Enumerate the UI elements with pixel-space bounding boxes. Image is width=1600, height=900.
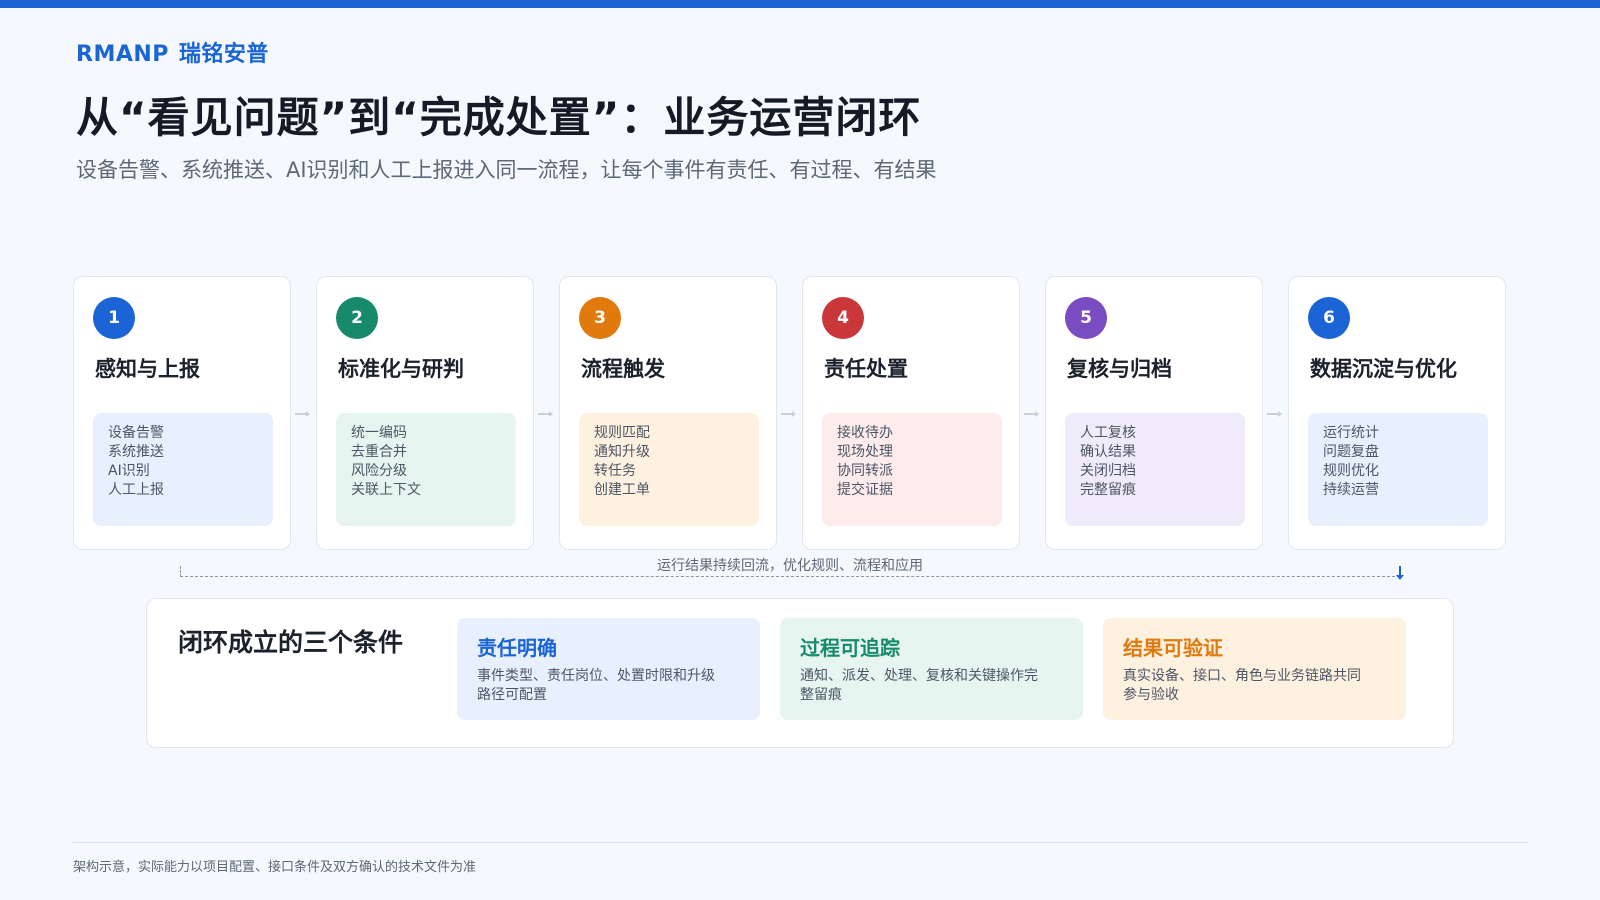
step-item: 运行统计 [1323,425,1379,441]
step-item: 统一编码 [351,425,407,441]
condition-title: 责任明确 [477,636,557,660]
brand-logo: RMANP 瑞铭安普 [76,36,269,68]
step-title: 数据沉淀与优化 [1310,357,1457,381]
footer-divider [73,842,1529,843]
page-title: 从“看见问题”到“完成处置”：业务运营闭环 [76,93,922,142]
step-number-badge: 4 [822,297,864,339]
step-item: 规则优化 [1323,463,1379,479]
step-item: 通知升级 [594,444,650,460]
step-item: 确认结果 [1080,444,1136,460]
step-title: 标准化与研判 [338,357,464,381]
step-item: 持续运营 [1323,482,1379,498]
step-item: 人工上报 [108,482,164,498]
step-title: 感知与上报 [95,357,200,381]
condition-title: 过程可追踪 [800,636,900,660]
conditions-heading: 闭环成立的三个条件 [178,628,404,657]
step-item: 人工复核 [1080,425,1136,441]
condition-card: 结果可验证 真实设备、接口、角色与业务链路共同参与验收 [1103,618,1406,720]
condition-card: 责任明确 事件类型、责任岗位、处置时限和升级路径可配置 [457,618,760,720]
step-item-list: 统一编码 去重合并 风险分级 关联上下文 [336,413,516,526]
step-card: 3 流程触发 规则匹配 通知升级 转任务 创建工单 [559,276,777,550]
step-title: 复核与归档 [1067,357,1172,381]
flow-arrow-icon [1024,410,1040,418]
top-accent-bar [0,0,1600,8]
step-item: AI识别 [108,463,150,479]
step-item-list: 人工复核 确认结果 关闭归档 完整留痕 [1065,413,1245,526]
condition-description: 事件类型、责任岗位、处置时限和升级路径可配置 [477,668,715,703]
step-card: 2 标准化与研判 统一编码 去重合并 风险分级 关联上下文 [316,276,534,550]
feedback-label-text: 运行结果持续回流，优化规则、流程和应用 [651,558,929,574]
step-item: 完整留痕 [1080,482,1136,498]
flow-arrow-icon [538,410,554,418]
step-item: 系统推送 [108,444,164,460]
condition-description: 真实设备、接口、角色与业务链路共同参与验收 [1123,668,1361,703]
step-item: 现场处理 [837,444,893,460]
conditions-panel: 闭环成立的三个条件 责任明确 事件类型、责任岗位、处置时限和升级路径可配置 过程… [146,598,1454,748]
step-item: 规则匹配 [594,425,650,441]
step-item: 去重合并 [351,444,407,460]
step-item: 设备告警 [108,425,164,441]
step-card: 5 复核与归档 人工复核 确认结果 关闭归档 完整留痕 [1045,276,1263,550]
condition-title: 结果可验证 [1123,636,1223,660]
step-title: 流程触发 [581,357,665,381]
step-item-list: 规则匹配 通知升级 转任务 创建工单 [579,413,759,526]
step-item-list: 设备告警 系统推送 AI识别 人工上报 [93,413,273,526]
step-item-list: 接收待办 现场处理 协同转派 提交证据 [822,413,1002,526]
feedback-loop: 运行结果持续回流，优化规则、流程和应用 [180,552,1404,584]
brand-latin: RMANP [76,42,169,67]
flow-arrow-icon [1267,410,1283,418]
step-card: 1 感知与上报 设备告警 系统推送 AI识别 人工上报 [73,276,291,550]
step-item: 接收待办 [837,425,893,441]
step-item: 问题复盘 [1323,444,1379,460]
step-item: 创建工单 [594,482,650,498]
condition-description: 通知、派发、处理、复核和关键操作完整留痕 [800,668,1038,703]
step-item: 转任务 [594,463,636,479]
flow-arrow-icon [781,410,797,418]
condition-card: 过程可追踪 通知、派发、处理、复核和关键操作完整留痕 [780,618,1083,720]
flow-arrow-icon [295,410,311,418]
step-item: 风险分级 [351,463,407,479]
feedback-label: 运行结果持续回流，优化规则、流程和应用 [180,555,1400,575]
step-title: 责任处置 [824,357,908,381]
arrow-down-icon [1396,566,1404,580]
step-number-badge: 6 [1308,297,1350,339]
page-subtitle: 设备告警、系统推送、AI识别和人工上报进入同一流程，让每个事件有责任、有过程、有… [76,158,937,182]
brand-cn: 瑞铭安普 [178,42,269,67]
process-flow: 1 感知与上报 设备告警 系统推送 AI识别 人工上报 2 标准化与研判 统一编… [73,276,1506,551]
step-number-badge: 5 [1065,297,1107,339]
step-card: 6 数据沉淀与优化 运行统计 问题复盘 规则优化 持续运营 [1288,276,1506,550]
step-item: 提交证据 [837,482,893,498]
step-item: 关闭归档 [1080,463,1136,479]
step-number-badge: 3 [579,297,621,339]
footnote: 架构示意，实际能力以项目配置、接口条件及双方确认的技术文件为准 [73,860,477,875]
step-number-badge: 2 [336,297,378,339]
step-number-badge: 1 [93,297,135,339]
step-item: 关联上下文 [351,482,421,498]
step-item: 协同转派 [837,463,893,479]
step-card: 4 责任处置 接收待办 现场处理 协同转派 提交证据 [802,276,1020,550]
step-item-list: 运行统计 问题复盘 规则优化 持续运营 [1308,413,1488,526]
